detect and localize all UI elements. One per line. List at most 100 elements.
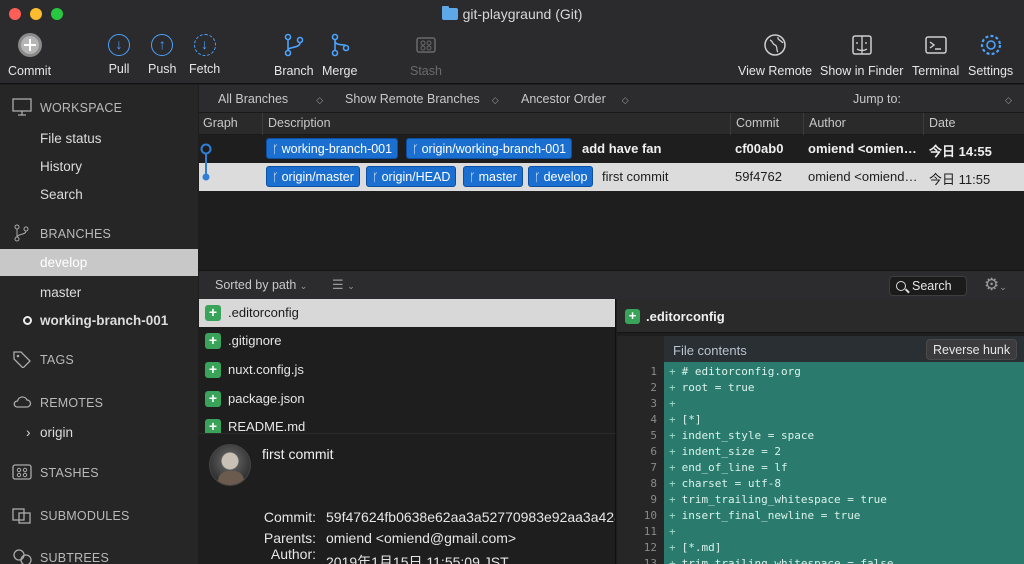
sidebar: WORKSPACE File status History Search BRA… bbox=[0, 85, 198, 564]
folder-icon bbox=[441, 6, 458, 20]
date-value: 2019年1月15日 11:55:09 JST bbox=[326, 554, 509, 564]
sidebar-item-master[interactable]: master bbox=[40, 285, 81, 300]
view-remote-button[interactable]: View Remote bbox=[738, 32, 812, 78]
diff-line: + [*] bbox=[669, 413, 702, 426]
diff-line: + trim_trailing_whitespace = false bbox=[669, 557, 894, 564]
line-number: 4 bbox=[650, 413, 657, 426]
commit-message: add have fan bbox=[582, 141, 662, 156]
diff-code: + # editorconfig.org + root = true + + [*] + ind… bbox=[664, 362, 1024, 564]
terminal-button[interactable]: Terminal bbox=[912, 32, 959, 78]
jump-to-select[interactable]: Jump to: bbox=[853, 92, 901, 106]
commit-date: 今日 14:55 bbox=[929, 144, 992, 159]
added-icon: + bbox=[205, 362, 221, 378]
author-label: Author: bbox=[270, 546, 316, 562]
commit-list: ᚴ working-branch-001 ᚴ origin/working-bran… bbox=[199, 135, 1024, 270]
line-number: 12 bbox=[643, 541, 657, 554]
diff-line: + bbox=[669, 525, 676, 538]
terminal-icon bbox=[924, 36, 947, 54]
diff-header: + .editorconfig bbox=[617, 299, 1024, 333]
file-row[interactable]: + nuxt.config.js bbox=[199, 356, 615, 384]
branches-filter-select[interactable]: All Branches ◇ bbox=[218, 92, 323, 106]
sidebar-item-origin[interactable]: origin bbox=[40, 425, 73, 440]
list-view-icon[interactable]: ☰ ⌄ bbox=[332, 277, 355, 293]
search-icon bbox=[896, 281, 906, 291]
column-commit[interactable]: Commit bbox=[736, 116, 779, 130]
parents-label: Parents: bbox=[263, 530, 316, 546]
file-row[interactable]: + .editorconfig bbox=[199, 299, 615, 327]
remote-branches-select[interactable]: Show Remote Branches ◇ bbox=[345, 92, 499, 106]
chevron-right-icon[interactable]: › bbox=[26, 425, 31, 440]
sort-menu[interactable]: Sorted by path ⌄ bbox=[215, 278, 307, 292]
branch-icon: ᚴ bbox=[412, 144, 419, 156]
branch-button[interactable]: Branch bbox=[274, 32, 314, 78]
commit-button[interactable]: Commit bbox=[8, 32, 51, 78]
chevron-updown-icon: ◇ bbox=[316, 95, 324, 105]
sidebar-item-history[interactable]: History bbox=[40, 159, 82, 174]
commit-detail: first commit Commit: 59f47624fb0638e62aa… bbox=[199, 433, 616, 564]
subtrees-section[interactable]: SUBTREES bbox=[12, 548, 109, 564]
commit-graph bbox=[200, 143, 212, 181]
commit-sha: 59f4762 bbox=[735, 169, 782, 184]
merge-button[interactable]: Merge bbox=[322, 32, 357, 78]
diff-line: + bbox=[669, 397, 676, 410]
file-search-button[interactable]: Search bbox=[889, 276, 967, 296]
sidebar-item-working-branch-001[interactable]: working-branch-001 bbox=[40, 313, 168, 328]
commit-label: Commit: bbox=[263, 509, 316, 525]
commit-message: first commit bbox=[602, 169, 669, 184]
column-date[interactable]: Date bbox=[929, 116, 955, 130]
remotes-section[interactable]: REMOTES bbox=[12, 393, 103, 411]
submodule-icon bbox=[12, 508, 31, 524]
sidebar-item-file-status[interactable]: File status bbox=[40, 131, 102, 146]
sidebar-item-search[interactable]: Search bbox=[40, 187, 83, 202]
tag-icon bbox=[13, 351, 31, 368]
diff-line: + trim_trailing_whitespace = true bbox=[669, 493, 887, 506]
branch-badge: ᚴ master bbox=[463, 166, 523, 187]
column-description[interactable]: Description bbox=[268, 116, 331, 130]
diff-line: + indent_size = 2 bbox=[669, 445, 781, 458]
tags-section[interactable]: TAGS bbox=[12, 350, 74, 368]
commit-row[interactable]: ᚴ origin/master ᚴ origin/HEAD ᚴ master ᚴ dev… bbox=[199, 163, 1024, 191]
commit-hash-value[interactable]: 59f47624fb0638e62aa3a52770983e92aa3a428 bbox=[326, 509, 615, 525]
reverse-hunk-button[interactable]: Reverse hunk bbox=[926, 339, 1018, 360]
branches-section[interactable]: BRANCHES bbox=[12, 224, 111, 242]
workspace-section[interactable]: WORKSPACE bbox=[12, 98, 122, 116]
cloud-icon bbox=[13, 396, 32, 408]
history-filter-bar: All Branches ◇ Show Remote Branches ◇ Ance… bbox=[199, 85, 1024, 113]
avatar bbox=[209, 444, 251, 486]
line-number: 13 bbox=[643, 557, 657, 564]
added-icon: + bbox=[625, 309, 640, 324]
file-row[interactable]: + README.md bbox=[199, 413, 615, 433]
column-author[interactable]: Author bbox=[809, 116, 846, 130]
commit-table-header: Graph Description Commit Author Date bbox=[199, 113, 1024, 135]
commit-author: omiend <omien… bbox=[808, 141, 917, 156]
branch-icon bbox=[14, 224, 29, 242]
diff-line: + indent_style = space bbox=[669, 429, 815, 442]
chevron-updown-icon: ◇ bbox=[491, 95, 499, 105]
sidebar-item-develop[interactable]: develop bbox=[0, 249, 198, 276]
added-icon: + bbox=[205, 333, 221, 349]
parents-value[interactable]: omiend <omiend@gmail.com> bbox=[326, 530, 516, 546]
settings-button[interactable]: Settings bbox=[968, 32, 1013, 78]
order-select[interactable]: Ancestor Order ◇ bbox=[521, 92, 629, 106]
show-in-finder-button[interactable]: Show in Finder bbox=[820, 32, 903, 78]
diff-line: + insert_final_newline = true bbox=[669, 509, 861, 522]
commit-sha: cf00ab0 bbox=[735, 141, 784, 156]
push-button[interactable]: ↑ Push bbox=[148, 32, 177, 76]
column-graph[interactable]: Graph bbox=[203, 116, 238, 130]
commit-row[interactable]: ᚴ working-branch-001 ᚴ origin/working-bran… bbox=[199, 135, 1024, 163]
graph-node bbox=[202, 173, 210, 181]
gear-icon[interactable]: ⚙⌄ bbox=[984, 275, 1007, 295]
pull-button[interactable]: ↓ Pull bbox=[108, 32, 130, 76]
submodules-section[interactable]: SUBMODULES bbox=[12, 506, 130, 524]
line-number-gutter: 1 2 3 4 5 6 7 8 9 10 11 12 13 bbox=[617, 336, 664, 564]
diff-line: + # editorconfig.org bbox=[669, 365, 801, 378]
fetch-button[interactable]: ↓ Fetch bbox=[189, 32, 220, 76]
file-row[interactable]: + package.json bbox=[199, 385, 615, 413]
stashes-section[interactable]: STASHES bbox=[12, 463, 99, 481]
diff-line: + end_of_line = lf bbox=[669, 461, 788, 474]
files-toolbar: Sorted by path ⌄ ☰ ⌄ Search ⚙⌄ bbox=[199, 270, 1024, 299]
fetch-icon: ↓ bbox=[193, 34, 216, 56]
file-row[interactable]: + .gitignore bbox=[199, 327, 615, 355]
stash-button[interactable]: Stash bbox=[410, 32, 442, 78]
stash-icon bbox=[416, 37, 436, 53]
